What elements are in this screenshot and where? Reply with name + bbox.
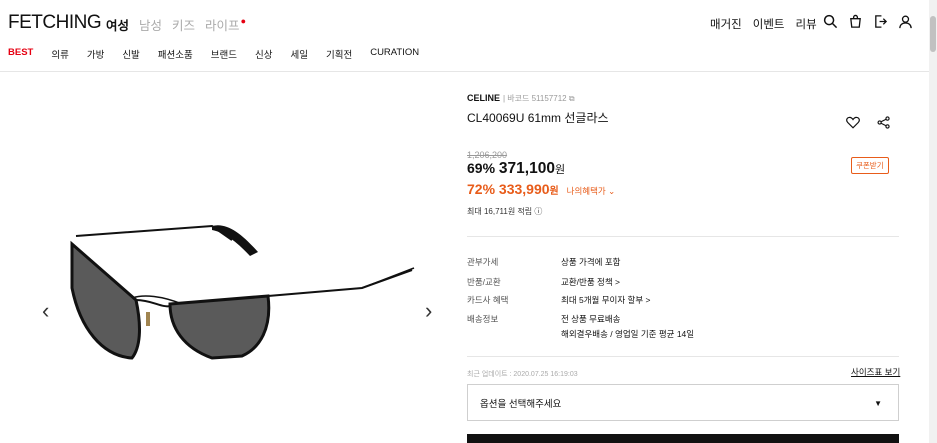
- nav-life-label: 라이프: [205, 19, 240, 33]
- info-key: 카드사 혜택: [467, 295, 509, 305]
- won-unit: 원: [554, 164, 566, 176]
- cat-sale[interactable]: 세일: [290, 47, 307, 61]
- link-event[interactable]: 이벤트: [753, 16, 785, 32]
- discount-rate: 69%: [467, 160, 496, 176]
- benefit-label: 나의혜택가: [566, 186, 606, 196]
- product-brand[interactable]: CELINE: [467, 93, 500, 103]
- buy-button[interactable]: [467, 434, 899, 443]
- member-price-row: 72% 333,990원 나의혜택가 ⌄: [467, 181, 615, 197]
- logout-icon[interactable]: [873, 14, 888, 29]
- user-icon[interactable]: [898, 14, 913, 29]
- next-image-arrow-icon[interactable]: ›: [425, 300, 432, 322]
- size-guide-link[interactable]: 사이즈표 보기: [851, 366, 900, 378]
- cat-accessories[interactable]: 패션소품: [158, 47, 193, 61]
- divider: [467, 236, 899, 237]
- divider: [467, 356, 899, 357]
- share-icon[interactable]: [877, 116, 891, 134]
- option-select-placeholder: 옵션을 선택해주세요: [480, 398, 562, 410]
- nav-kids[interactable]: 키즈: [172, 15, 195, 34]
- link-review[interactable]: 리뷰: [796, 16, 817, 32]
- info-key: 관부가세: [467, 257, 499, 267]
- member-won-unit: 원: [549, 186, 559, 197]
- barcode-text: | 바코드 51157712: [503, 94, 567, 103]
- new-dot-icon: ●: [240, 16, 246, 26]
- link-magazine[interactable]: 매거진: [710, 16, 742, 32]
- cat-brand[interactable]: 브랜드: [211, 47, 237, 61]
- nav-men[interactable]: 남성: [139, 15, 162, 34]
- cat-shoes[interactable]: 신발: [122, 47, 139, 61]
- sunglasses-image: [70, 224, 415, 360]
- sale-price: 371,100: [498, 160, 555, 177]
- last-updated: 최근 업데이트 : 2020.07.25 16:19:03: [467, 371, 578, 378]
- cat-best[interactable]: BEST: [8, 47, 33, 61]
- option-select[interactable]: 옵션을 선택해주세요 ▼: [467, 384, 899, 421]
- cat-curation[interactable]: CURATION: [370, 47, 419, 61]
- header-links: 매거진 이벤트 리뷰: [710, 16, 817, 32]
- coupon-button[interactable]: 쿠폰받기: [851, 157, 889, 174]
- points-text: 최대 16,711원 적립: [467, 207, 533, 216]
- info-value: 전 상품 무료배송: [561, 314, 621, 324]
- nav-women[interactable]: 여성: [106, 15, 129, 34]
- site-logo[interactable]: FETCHING: [8, 12, 102, 34]
- info-icon[interactable]: ⓘ: [534, 207, 542, 216]
- reward-points: 최대 16,711원 적립 ⓘ: [467, 206, 542, 217]
- category-nav: BEST 의류 가방 신발 패션소품 브랜드 신상 세일 기획전 CURATIO…: [8, 47, 419, 61]
- cat-new[interactable]: 신상: [255, 47, 272, 61]
- cart-icon[interactable]: [848, 14, 863, 29]
- product-title: CL40069U 61mm 선글라스: [467, 111, 609, 125]
- info-key: 반품/교환: [467, 277, 501, 287]
- search-icon[interactable]: [823, 14, 838, 29]
- cat-exhibition[interactable]: 기획전: [326, 47, 352, 61]
- info-key: 배송정보: [467, 314, 499, 324]
- my-benefit-toggle[interactable]: 나의혜택가 ⌄: [567, 186, 616, 196]
- cat-bags[interactable]: 가방: [87, 47, 104, 61]
- scrollbar-thumb[interactable]: [930, 16, 936, 52]
- site-header: FETCHING 여성 남성 키즈 라이프● 매거진 이벤트 리뷰 BEST 의…: [0, 0, 937, 72]
- info-value[interactable]: 교환/반품 정책 >: [561, 276, 620, 288]
- wishlist-heart-icon[interactable]: [846, 116, 860, 134]
- price-row: 69% 371,100원: [467, 160, 565, 178]
- prev-image-arrow-icon[interactable]: ‹: [42, 300, 49, 322]
- info-value: 해외결우배송 / 영업일 기준 평균 14일: [561, 329, 695, 339]
- chevron-down-icon: ⌄: [608, 186, 616, 196]
- member-discount-rate: 72%: [467, 181, 496, 197]
- copy-icon[interactable]: ⧉: [569, 94, 575, 103]
- info-value: 상품 가격에 포함: [561, 257, 621, 267]
- page-scrollbar[interactable]: [929, 0, 937, 443]
- cat-clothing[interactable]: 의류: [51, 47, 68, 61]
- header-icons: [823, 14, 913, 29]
- product-barcode: | 바코드 51157712 ⧉: [503, 93, 575, 104]
- info-value[interactable]: 최대 5개월 무이자 할부 >: [561, 294, 651, 306]
- caret-down-icon: ▼: [874, 399, 882, 408]
- member-price: 333,990: [498, 181, 550, 197]
- nav-life[interactable]: 라이프●: [205, 15, 246, 34]
- original-price: 1,206,200: [467, 150, 508, 160]
- gender-nav: 여성 남성 키즈 라이프●: [106, 15, 246, 34]
